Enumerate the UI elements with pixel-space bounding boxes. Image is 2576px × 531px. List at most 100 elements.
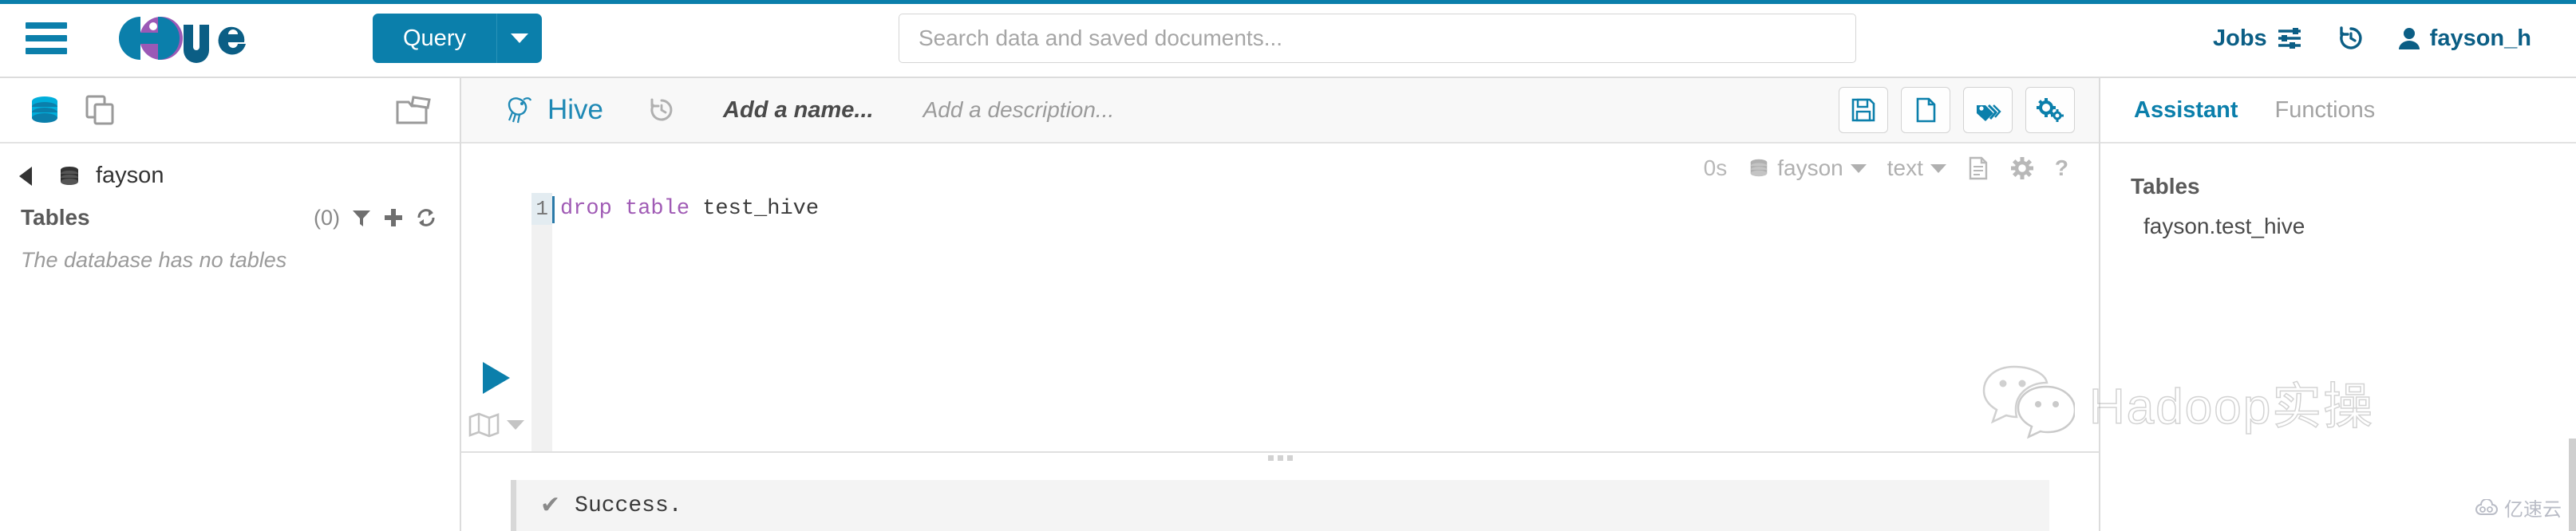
- assistant-tables-section: Tables fayson.test_hive: [2100, 144, 2576, 239]
- save-button[interactable]: [1839, 87, 1888, 133]
- search-box[interactable]: [898, 14, 1856, 63]
- hue-logo-icon: [119, 17, 246, 63]
- logs-button[interactable]: [1967, 156, 1989, 180]
- chevron-down-icon: [507, 420, 524, 430]
- breadcrumb: fayson: [0, 144, 460, 189]
- result-status-message: ✔ Success.: [511, 480, 2049, 531]
- results-panel: ✔ Success.: [461, 462, 2099, 531]
- sidebar-source-switcher: [27, 92, 118, 128]
- execution-time: 0s: [1703, 155, 1728, 180]
- database-icon: [61, 166, 78, 185]
- filter-icon[interactable]: [351, 207, 372, 228]
- gear-icon: [2010, 157, 2033, 179]
- gears-icon: [2037, 98, 2064, 122]
- code-line-1: drop table test_hive: [560, 193, 2099, 225]
- tables-label: Tables: [21, 205, 90, 230]
- help-button[interactable]: ?: [2055, 155, 2068, 181]
- map-button[interactable]: [468, 411, 524, 439]
- assistant-tabs: Assistant Functions: [2100, 78, 2576, 144]
- left-sidebar: fayson Tables (0) The database has no ta…: [0, 78, 461, 531]
- assistant-panel: Assistant Functions Tables fayson.test_h…: [2099, 78, 2576, 531]
- top-navigation-bar: Query Jobs: [0, 0, 2576, 78]
- assistant-table-item[interactable]: fayson.test_hive: [2131, 199, 2576, 239]
- database-icon[interactable]: [27, 92, 62, 128]
- editor-panel: Hive Add a name... Add a description...: [461, 78, 2099, 531]
- query-button-group[interactable]: Query: [373, 14, 542, 63]
- editor-history-button[interactable]: [648, 96, 675, 124]
- file-icon: [1916, 97, 1936, 123]
- user-icon: [2398, 28, 2420, 49]
- editor-status-bar: 0s fayson text ?: [461, 144, 2099, 193]
- tab-functions[interactable]: Functions: [2275, 97, 2376, 124]
- chevron-down-icon: [1850, 163, 1867, 173]
- floppy-disk-icon: [1851, 98, 1875, 122]
- tab-assistant[interactable]: Assistant: [2134, 97, 2238, 124]
- tags-icon: [1977, 104, 2001, 121]
- hue-logo[interactable]: [117, 14, 288, 63]
- panel-splitter[interactable]: [461, 451, 2099, 462]
- document-icon: [1969, 156, 1988, 180]
- format-selector[interactable]: text: [1887, 155, 1946, 181]
- editor-engine-name: Hive: [547, 94, 604, 125]
- documents-icon[interactable]: [83, 92, 118, 128]
- global-search-area: [542, 14, 2213, 63]
- hue-application: Query Jobs: [0, 0, 2576, 531]
- chevron-left-icon[interactable]: [19, 166, 32, 186]
- sql-identifier: test_hive: [702, 197, 820, 221]
- selected-database: fayson: [1777, 155, 1843, 180]
- assistant-tables-header: Tables: [2131, 174, 2200, 199]
- chevron-down-icon: [1930, 163, 1946, 173]
- query-button[interactable]: Query: [373, 14, 497, 63]
- plus-icon[interactable]: [383, 207, 404, 228]
- hive-icon: [508, 97, 532, 124]
- tables-empty-message: The database has no tables: [21, 248, 287, 272]
- new-document-button[interactable]: [1901, 87, 1950, 133]
- editor-rail: [461, 193, 531, 451]
- drag-handle-icon: [1267, 454, 1293, 461]
- user-name: fayson_h: [2429, 25, 2531, 51]
- breadcrumb-database-name[interactable]: fayson: [96, 163, 164, 189]
- scrollbar[interactable]: [2569, 439, 2576, 531]
- result-message-text: Success.: [575, 493, 682, 518]
- code-text-area[interactable]: drop table test_hive: [552, 193, 2099, 451]
- sidebar-toolbar: [0, 78, 460, 144]
- editor-settings-button[interactable]: [2010, 156, 2034, 180]
- play-icon[interactable]: [483, 362, 510, 394]
- history-icon: [650, 98, 673, 121]
- sql-keyword-table: table: [625, 197, 690, 221]
- editor-header: Hive Add a name... Add a description...: [461, 78, 2099, 144]
- settings-button[interactable]: [2025, 87, 2075, 133]
- code-editor[interactable]: 1 drop table test_hive: [531, 193, 2099, 451]
- history-button[interactable]: [2337, 25, 2365, 52]
- chevron-down-icon: [510, 33, 528, 43]
- search-input[interactable]: [918, 26, 1836, 51]
- jobs-label: Jobs: [2212, 25, 2267, 51]
- open-folder-icon[interactable]: [394, 92, 433, 128]
- database-selector[interactable]: fayson: [1748, 155, 1867, 181]
- query-description-input[interactable]: Add a description...: [923, 97, 1115, 123]
- tables-count: (0): [314, 205, 340, 230]
- editor-engine[interactable]: Hive: [503, 93, 603, 127]
- history-icon: [2339, 26, 2362, 49]
- refresh-icon[interactable]: [415, 207, 437, 228]
- editor-action-buttons: [1839, 87, 2075, 133]
- editor-main: 1 drop table test_hive: [461, 193, 2099, 451]
- top-right-actions: Jobs fayson_h: [2213, 25, 2531, 52]
- text-cursor: [552, 196, 555, 223]
- selected-format: text: [1887, 155, 1923, 180]
- check-icon: ✔: [540, 493, 561, 521]
- editor-gutter: 1: [531, 193, 552, 451]
- tags-button[interactable]: [1963, 87, 2013, 133]
- jobs-button[interactable]: Jobs: [2213, 26, 2304, 52]
- application-body: fayson Tables (0) The database has no ta…: [0, 78, 2576, 531]
- query-name-input[interactable]: Add a name...: [723, 97, 874, 124]
- line-number: 1: [531, 193, 552, 225]
- tables-header: Tables (0): [0, 189, 460, 230]
- sql-keyword-drop: drop: [560, 197, 612, 221]
- hamburger-icon[interactable]: [26, 22, 67, 54]
- map-icon: [468, 412, 500, 438]
- query-dropdown-button[interactable]: [497, 14, 542, 63]
- user-menu[interactable]: fayson_h: [2398, 26, 2531, 52]
- sliders-icon: [2278, 28, 2301, 49]
- database-icon: [1750, 159, 1768, 177]
